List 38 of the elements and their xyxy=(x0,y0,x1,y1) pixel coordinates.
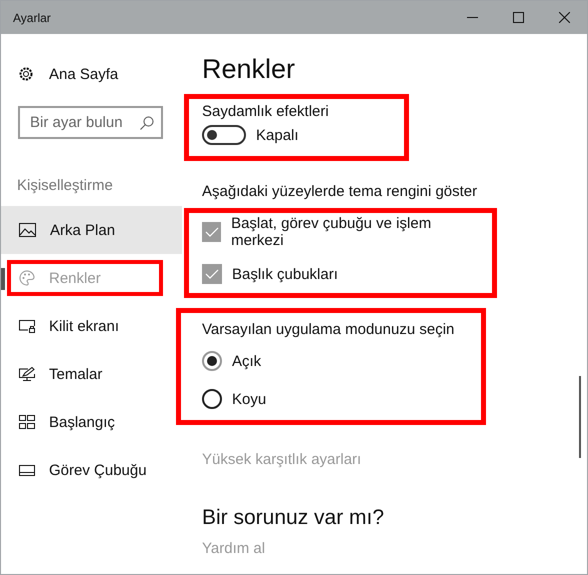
checkbox-label: Başlık çubukları xyxy=(232,266,338,282)
lock-screen-icon xyxy=(19,320,35,332)
search-icon xyxy=(140,116,154,130)
nav-item[interactable]: Temalar xyxy=(1,350,182,398)
checkmark-icon xyxy=(204,227,219,237)
home-link[interactable]: Ana Sayfa xyxy=(1,60,182,88)
minimize-icon xyxy=(466,17,478,18)
tiles-icon xyxy=(19,415,35,429)
monitor-brush-icon xyxy=(19,366,35,382)
close-icon xyxy=(558,12,570,23)
checkmark-icon xyxy=(205,269,219,279)
search-field[interactable]: Bir ayar bulun xyxy=(18,106,163,139)
radio-label: Koyu xyxy=(232,390,266,408)
radio-button[interactable] xyxy=(202,351,222,371)
nav-item[interactable]: Görev Çubuğu xyxy=(1,446,182,494)
settings-icon xyxy=(18,66,34,82)
checkbox[interactable] xyxy=(202,264,222,284)
maximize-icon xyxy=(512,12,524,23)
help-heading: Bir sorunuz var mı? xyxy=(202,506,384,530)
taskbar-icon xyxy=(19,464,35,476)
setting-label: Saydamlık efektleri xyxy=(202,103,330,120)
toggle-state: Kapalı xyxy=(256,126,299,144)
checkbox-label: Başlat, görev çubuğu ve işlem merkezi xyxy=(231,215,432,249)
page-title: Renkler xyxy=(202,54,296,86)
nav-item[interactable]: Kilit ekranı xyxy=(1,302,182,350)
radio-button[interactable] xyxy=(202,389,222,409)
radio-label: Açık xyxy=(232,352,262,370)
nav-item[interactable]: Arka Plan xyxy=(1,206,182,254)
setting-label: Aşağıdaki yüzeylerde tema rengini göster xyxy=(202,183,478,200)
section-label: Kişiselleştirme xyxy=(17,177,114,196)
toggle-switch[interactable] xyxy=(202,125,246,145)
window-title: Ayarlar xyxy=(13,10,52,24)
checkbox[interactable] xyxy=(202,222,222,242)
setting-label: Varsayılan uygulama modunuzu seçin xyxy=(202,321,456,338)
scrollbar[interactable] xyxy=(579,376,581,458)
nav-item[interactable]: Başlangıç xyxy=(1,398,182,446)
picture-icon xyxy=(19,223,36,237)
palette-icon xyxy=(19,270,35,286)
